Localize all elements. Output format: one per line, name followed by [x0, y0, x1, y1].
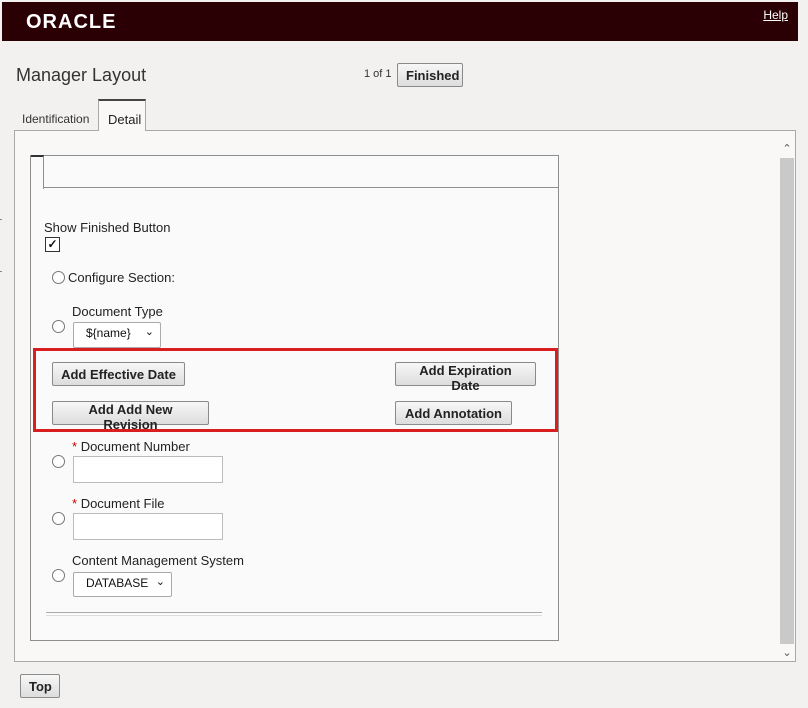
oracle-logo: ORACLE — [26, 11, 117, 33]
document-type-select[interactable]: ${name} ⌄ — [73, 322, 161, 348]
help-link[interactable]: Help — [763, 8, 788, 22]
tab-identification[interactable]: Identification — [22, 112, 89, 126]
scroll-down-icon[interactable]: ⌄ — [778, 644, 796, 662]
add-annotation-button[interactable]: Add Annotation — [395, 401, 512, 425]
left-edge-mark — [0, 219, 2, 220]
add-expiration-date-button[interactable]: Add Expiration Date — [395, 362, 536, 393]
chevron-down-icon: ⌄ — [155, 576, 165, 588]
checkmark-icon: ✓ — [47, 237, 58, 251]
document-number-radio[interactable] — [52, 455, 65, 468]
cms-select[interactable]: DATABASE ⌄ — [73, 572, 172, 597]
configure-section-radio[interactable] — [52, 271, 65, 284]
section-notch-line — [43, 187, 558, 188]
add-effective-date-button[interactable]: Add Effective Date — [52, 362, 185, 386]
vertical-scrollbar[interactable]: ⌃ ⌄ — [778, 140, 796, 662]
header-bar: ORACLE Help — [2, 2, 798, 41]
chevron-down-icon: ⌄ — [144, 326, 154, 338]
configure-section-label: Configure Section: — [68, 270, 175, 285]
document-number-input[interactable] — [73, 456, 223, 483]
show-finished-label: Show Finished Button — [44, 220, 171, 235]
section-divider — [46, 612, 542, 616]
document-type-label: Document Type — [72, 304, 163, 319]
cms-value: DATABASE — [86, 576, 149, 590]
required-marker: * — [72, 496, 78, 511]
document-file-text: Document File — [80, 496, 165, 511]
document-number-label: * Document Number — [72, 439, 190, 454]
required-marker: * — [72, 439, 78, 454]
document-file-label: * Document File — [72, 496, 165, 511]
cms-radio[interactable] — [52, 569, 65, 582]
cms-label: Content Management System — [72, 553, 244, 568]
document-type-value: ${name} — [86, 326, 131, 340]
add-new-revision-button[interactable]: Add Add New Revision — [52, 401, 209, 432]
scroll-up-icon[interactable]: ⌃ — [778, 140, 796, 158]
document-number-text: Document Number — [80, 439, 190, 454]
pager-text: 1 of 1 — [364, 68, 392, 80]
finished-button[interactable]: Finished — [397, 63, 463, 87]
document-file-radio[interactable] — [52, 512, 65, 525]
scroll-thumb[interactable] — [780, 158, 794, 644]
show-finished-checkbox[interactable]: ✓ — [45, 237, 60, 252]
left-edge-mark — [0, 271, 2, 272]
document-file-input[interactable] — [73, 513, 223, 540]
document-type-radio[interactable] — [52, 320, 65, 333]
tab-detail[interactable]: Detail — [98, 99, 146, 131]
page-title: Manager Layout — [16, 65, 147, 85]
section-notch — [31, 155, 44, 189]
top-button[interactable]: Top — [20, 674, 60, 698]
